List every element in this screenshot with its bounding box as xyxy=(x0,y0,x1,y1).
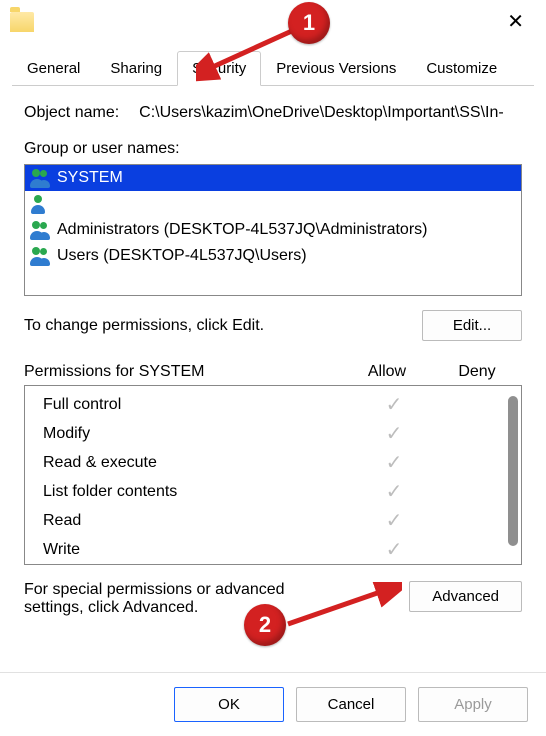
check-icon: ✓ xyxy=(349,479,439,504)
group-item-label: Administrators (DESKTOP-4L537JQ\Administ… xyxy=(57,221,427,239)
security-pane: Object name: C:\Users\kazim\OneDrive\Des… xyxy=(0,86,546,627)
folder-icon xyxy=(10,12,34,32)
object-name-value: C:\Users\kazim\OneDrive\Desktop\Importan… xyxy=(139,104,504,122)
scrollbar-thumb[interactable] xyxy=(508,396,518,546)
users-icon xyxy=(31,168,51,188)
object-name-label: Object name: xyxy=(24,104,119,122)
groups-listbox[interactable]: SYSTEM Administrators (DESKTOP-4L537JQ\A… xyxy=(24,164,522,296)
perm-row: Read & execute✓ xyxy=(25,448,521,477)
users-icon xyxy=(31,246,51,266)
group-item-label: Users (DESKTOP-4L537JQ\Users) xyxy=(57,247,307,265)
cancel-button[interactable]: Cancel xyxy=(296,687,406,722)
check-icon: ✓ xyxy=(349,421,439,446)
group-item-administrators[interactable]: Administrators (DESKTOP-4L537JQ\Administ… xyxy=(25,217,521,243)
permissions-header: Permissions for SYSTEM xyxy=(24,363,342,381)
apply-button[interactable]: Apply xyxy=(418,687,528,722)
advanced-prompt: For special permissions or advanced sett… xyxy=(24,581,344,617)
check-icon: ✓ xyxy=(349,392,439,417)
close-icon[interactable]: ✕ xyxy=(499,8,532,36)
users-icon xyxy=(31,220,51,240)
permissions-listbox[interactable]: Full control✓ Modify✓ Read & execute✓ Li… xyxy=(24,385,522,565)
annotation-badge-1: 1 xyxy=(288,2,330,44)
edit-button[interactable]: Edit... xyxy=(422,310,522,341)
allow-column-header: Allow xyxy=(342,363,432,381)
perm-row: Read✓ xyxy=(25,506,521,535)
deny-column-header: Deny xyxy=(432,363,522,381)
ok-button[interactable]: OK xyxy=(174,687,284,722)
perm-name: Read & execute xyxy=(43,454,349,472)
tab-security[interactable]: Security xyxy=(177,51,261,86)
perm-row: Full control✓ xyxy=(25,390,521,419)
perm-name: Full control xyxy=(43,396,349,414)
tab-previous-versions[interactable]: Previous Versions xyxy=(261,51,411,86)
perm-name: Read xyxy=(43,512,349,530)
edit-prompt: To change permissions, click Edit. xyxy=(24,317,264,335)
advanced-button[interactable]: Advanced xyxy=(409,581,522,612)
tab-sharing[interactable]: Sharing xyxy=(95,51,177,86)
dialog-button-bar: OK Cancel Apply xyxy=(0,672,546,736)
check-icon: ✓ xyxy=(349,537,439,562)
perm-name: List folder contents xyxy=(43,483,349,501)
window-titlebar: ✕ xyxy=(0,0,546,44)
groups-label: Group or user names: xyxy=(24,140,522,158)
object-name-row: Object name: C:\Users\kazim\OneDrive\Des… xyxy=(24,104,522,122)
tab-general[interactable]: General xyxy=(12,51,95,86)
perm-row: Modify✓ xyxy=(25,419,521,448)
check-icon: ✓ xyxy=(349,450,439,475)
annotation-badge-2: 2 xyxy=(244,604,286,646)
group-item-label: SYSTEM xyxy=(57,169,123,187)
perm-name: Write xyxy=(43,541,349,559)
tab-strip: General Sharing Security Previous Versio… xyxy=(12,50,534,86)
tab-customize[interactable]: Customize xyxy=(411,51,512,86)
user-icon xyxy=(31,194,51,214)
perm-name: Modify xyxy=(43,425,349,443)
perm-row: List folder contents✓ xyxy=(25,477,521,506)
group-item-unnamed[interactable] xyxy=(25,191,521,217)
group-item-system[interactable]: SYSTEM xyxy=(25,165,521,191)
perm-row: Write✓ xyxy=(25,535,521,564)
group-item-users[interactable]: Users (DESKTOP-4L537JQ\Users) xyxy=(25,243,521,269)
check-icon: ✓ xyxy=(349,508,439,533)
